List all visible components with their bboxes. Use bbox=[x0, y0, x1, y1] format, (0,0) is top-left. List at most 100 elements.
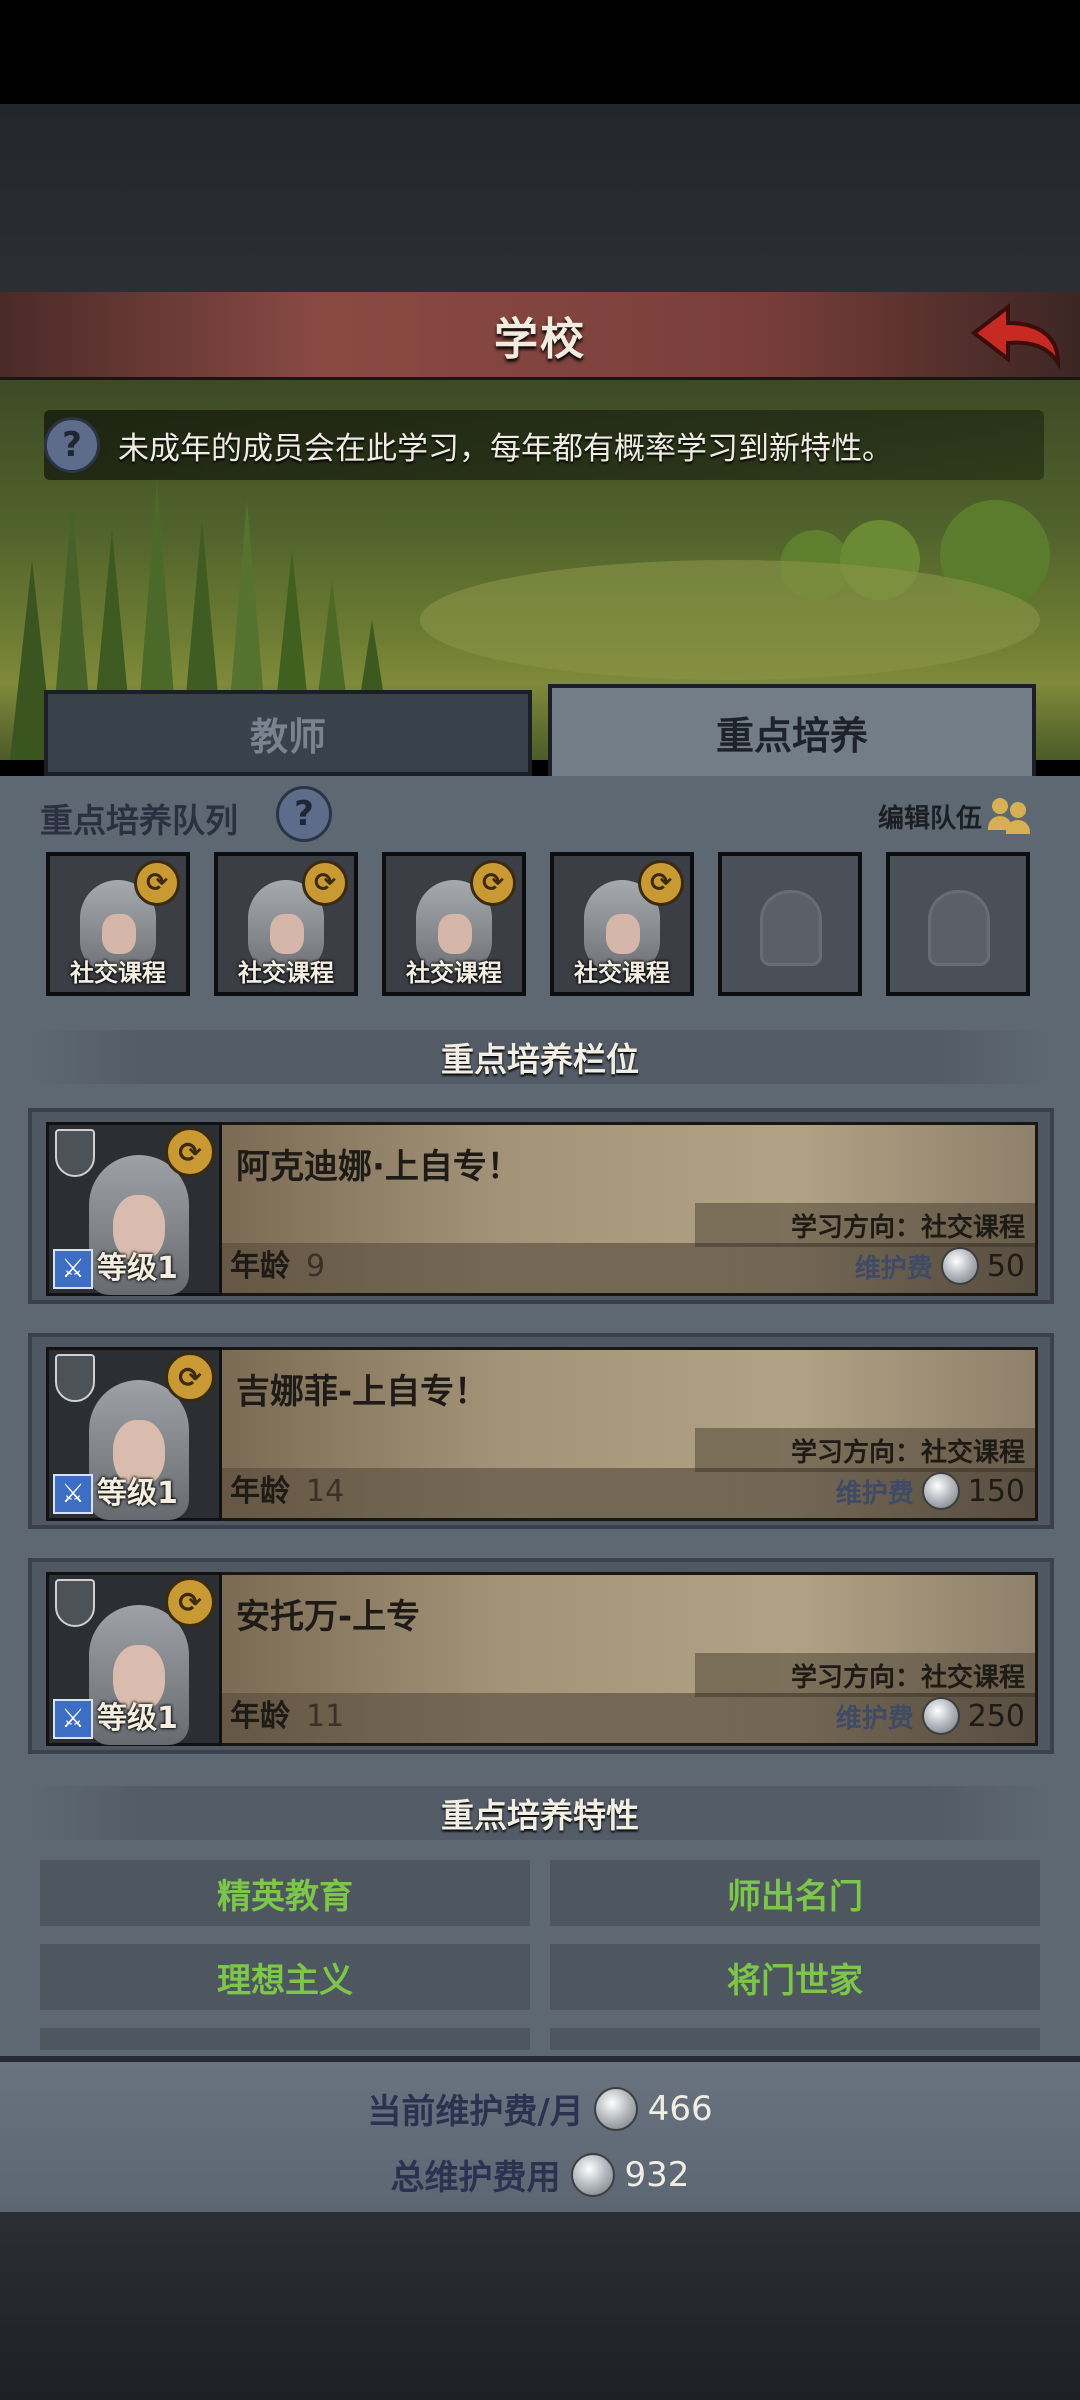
upkeep-fee: 维护费 50 bbox=[855, 1247, 1025, 1285]
trait-item[interactable]: 理想主义 bbox=[40, 1944, 530, 2010]
tab-focus-training[interactable]: 重点培养 bbox=[548, 684, 1036, 776]
level-label: 等级1 bbox=[97, 1251, 178, 1286]
fee-value: 150 bbox=[967, 1473, 1025, 1509]
swap-icon[interactable]: ⟳ bbox=[165, 1127, 215, 1177]
sword-icon: ⚔ bbox=[53, 1249, 93, 1289]
fee-label: 维护费 bbox=[835, 1703, 914, 1734]
trait-item[interactable]: 师出名门 bbox=[550, 1860, 1040, 1926]
swap-icon[interactable]: ⟳ bbox=[165, 1577, 215, 1627]
study-direction: 学习方向：社交课程 bbox=[790, 1213, 1025, 1243]
silver-coin-icon bbox=[921, 1697, 960, 1735]
queue-slot[interactable]: ⟳ 社交课程 bbox=[550, 852, 694, 996]
status-bar bbox=[0, 0, 1080, 104]
monthly-fee-label: 当前维护费/月 bbox=[367, 2092, 584, 2132]
bottom-backdrop bbox=[0, 2212, 1080, 2400]
sword-icon: ⚔ bbox=[53, 1699, 93, 1739]
question-icon[interactable]: ? bbox=[276, 786, 332, 842]
trait-item[interactable]: 将门世家 bbox=[550, 1944, 1040, 2010]
monthly-fee-value: 466 bbox=[647, 2088, 713, 2129]
member-name: 吉娜菲-上自专！ bbox=[236, 1372, 489, 1412]
training-card[interactable]: ⟳ ⚔ 等级1 安托万-上专 学习方向：社交课程 年龄 11 维护费 250 bbox=[28, 1558, 1054, 1754]
training-card[interactable]: ⟳ ⚔ 等级1 阿克迪娜·上自专！ 学习方向：社交课程 年龄 9 维护费 50 bbox=[28, 1108, 1054, 1304]
swap-icon[interactable]: ⟳ bbox=[165, 1352, 215, 1402]
slot-caption: 社交课程 bbox=[70, 959, 166, 987]
back-button[interactable] bbox=[966, 296, 1066, 376]
fee-value: 50 bbox=[986, 1248, 1025, 1284]
fee-value: 250 bbox=[967, 1698, 1025, 1734]
trait-item[interactable] bbox=[40, 2028, 530, 2050]
queue-slot[interactable]: ⟳ 社交课程 bbox=[214, 852, 358, 996]
study-direction: 学习方向：社交课程 bbox=[790, 1663, 1025, 1693]
empty-helmet-icon bbox=[928, 890, 990, 966]
age-label: 年龄 11 bbox=[230, 1691, 344, 1735]
queue-slots: ⟳ 社交课程 ⟳ 社交课程 ⟳ 社交课程 ⟳ 社交课程 bbox=[46, 852, 1036, 998]
queue-slot[interactable]: ⟳ 社交课程 bbox=[382, 852, 526, 996]
edit-team-label: 编辑队伍 bbox=[877, 803, 982, 834]
back-arrow-icon bbox=[970, 302, 1061, 370]
member-portrait: ⟳ ⚔ 等级1 bbox=[46, 1122, 222, 1296]
age-value: 14 bbox=[306, 1474, 345, 1509]
swap-icon: ⟳ bbox=[302, 860, 348, 906]
queue-title: 重点培养队列 bbox=[40, 801, 238, 840]
upkeep-fee: 维护费 250 bbox=[836, 1697, 1025, 1735]
upkeep-fee: 维护费 150 bbox=[836, 1472, 1025, 1510]
shield-icon bbox=[55, 1579, 95, 1627]
age-text: 年龄 bbox=[230, 1474, 290, 1509]
section-divider: 重点培养特性 bbox=[30, 1786, 1050, 1840]
team-icon bbox=[988, 796, 1032, 836]
question-icon[interactable]: ? bbox=[44, 417, 100, 473]
total-fee-row: 总维护费用 932 bbox=[0, 2150, 1080, 2199]
swap-icon: ⟳ bbox=[134, 860, 180, 906]
total-fee-label: 总维护费用 bbox=[390, 2158, 561, 2198]
hint-text: 未成年的成员会在此学习，每年都有概率学习到新特性。 bbox=[118, 430, 893, 467]
member-portrait: ⟳ ⚔ 等级1 bbox=[46, 1572, 222, 1746]
card-info: 吉娜菲-上自专！ 学习方向：社交课程 年龄 14 维护费 150 bbox=[222, 1347, 1038, 1521]
section-divider: 重点培养栏位 bbox=[30, 1030, 1050, 1084]
section-title-traits: 重点培养特性 bbox=[441, 1796, 639, 1835]
empty-helmet-icon bbox=[760, 890, 822, 966]
monthly-fee-row: 当前维护费/月 466 bbox=[0, 2084, 1080, 2133]
member-name: 安托万-上专 bbox=[236, 1597, 421, 1637]
sword-icon: ⚔ bbox=[53, 1474, 93, 1514]
silver-coin-icon bbox=[593, 2086, 638, 2131]
fee-label: 维护费 bbox=[854, 1253, 933, 1284]
fee-label: 维护费 bbox=[835, 1478, 914, 1509]
card-info: 阿克迪娜·上自专！ 学习方向：社交课程 年龄 9 维护费 50 bbox=[222, 1122, 1038, 1296]
trait-item[interactable]: 精英教育 bbox=[40, 1860, 530, 1926]
age-value: 11 bbox=[306, 1699, 345, 1734]
slot-caption: 社交课程 bbox=[574, 959, 670, 987]
section-title-slots: 重点培养栏位 bbox=[441, 1040, 639, 1079]
hint-banner: ? 未成年的成员会在此学习，每年都有概率学习到新特性。 bbox=[44, 410, 1044, 480]
level-label: 等级1 bbox=[97, 1701, 178, 1736]
queue-header: 重点培养队列 ? 编辑队伍 bbox=[40, 786, 1040, 842]
member-name: 阿克迪娜·上自专！ bbox=[236, 1147, 521, 1187]
tab-bar: 教师 重点培养 bbox=[44, 684, 1036, 776]
tab-teacher[interactable]: 教师 bbox=[44, 690, 532, 776]
total-fee-value: 932 bbox=[624, 2154, 690, 2195]
silver-coin-icon bbox=[940, 1247, 979, 1285]
age-value: 9 bbox=[306, 1249, 326, 1284]
traits-grid: 精英教育 师出名门 理想主义 将门世家 bbox=[40, 1860, 1040, 2050]
study-direction: 学习方向：社交课程 bbox=[790, 1438, 1025, 1468]
swap-icon: ⟳ bbox=[470, 860, 516, 906]
level-label: 等级1 bbox=[97, 1476, 178, 1511]
age-text: 年龄 bbox=[230, 1249, 290, 1284]
age-text: 年龄 bbox=[230, 1699, 290, 1734]
queue-slot[interactable]: ⟳ 社交课程 bbox=[46, 852, 190, 996]
queue-slot-empty[interactable] bbox=[718, 852, 862, 996]
card-info: 安托万-上专 学习方向：社交课程 年龄 11 维护费 250 bbox=[222, 1572, 1038, 1746]
queue-slot-empty[interactable] bbox=[886, 852, 1030, 996]
page-title: 学校 bbox=[494, 313, 586, 365]
shield-icon bbox=[55, 1129, 95, 1177]
trait-item[interactable] bbox=[550, 2028, 1040, 2050]
footer-summary: 当前维护费/月 466 总维护费用 932 bbox=[0, 2056, 1080, 2212]
age-label: 年龄 9 bbox=[230, 1241, 325, 1285]
slot-caption: 社交课程 bbox=[238, 959, 334, 987]
slot-caption: 社交课程 bbox=[406, 959, 502, 987]
silver-coin-icon bbox=[921, 1472, 960, 1510]
swap-icon: ⟳ bbox=[638, 860, 684, 906]
top-backdrop bbox=[0, 104, 1080, 292]
shield-icon bbox=[55, 1354, 95, 1402]
edit-team-button[interactable]: 编辑队伍 bbox=[878, 796, 1032, 836]
training-card[interactable]: ⟳ ⚔ 等级1 吉娜菲-上自专！ 学习方向：社交课程 年龄 14 维护费 150 bbox=[28, 1333, 1054, 1529]
